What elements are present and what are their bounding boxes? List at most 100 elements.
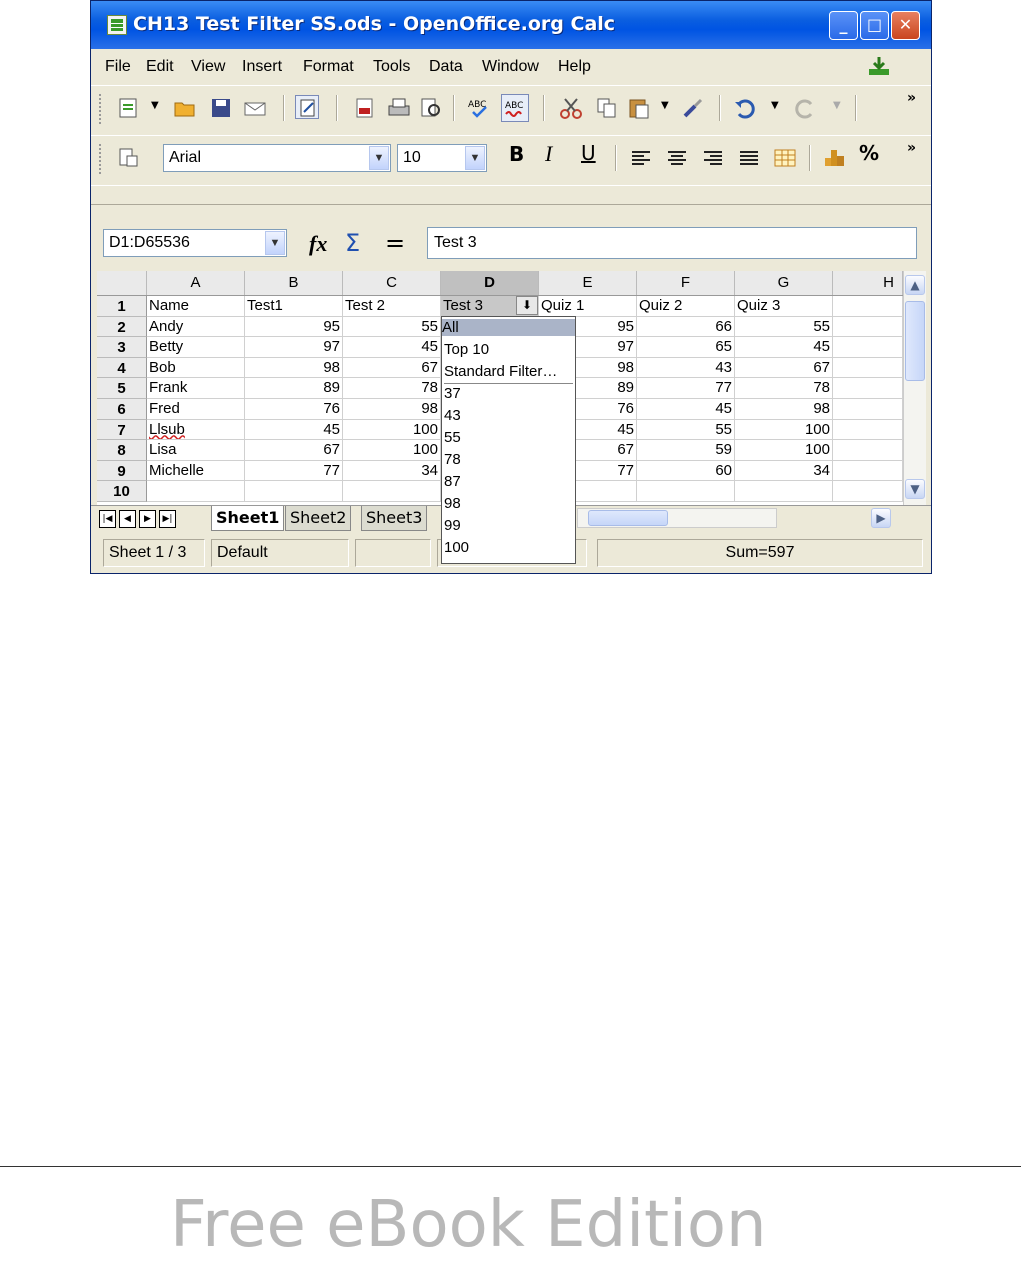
filter-option-all[interactable]: All xyxy=(442,319,575,336)
table-cell[interactable]: 34 xyxy=(735,460,833,482)
menu-data[interactable]: Data xyxy=(429,58,463,76)
table-cell[interactable] xyxy=(833,419,903,441)
formula-input[interactable]: Test 3 xyxy=(427,227,917,259)
function-button[interactable]: = xyxy=(385,229,405,257)
table-cell[interactable]: Quiz 2 xyxy=(637,296,735,317)
last-sheet-icon[interactable]: ▶| xyxy=(159,510,176,528)
align-left-icon[interactable] xyxy=(629,146,653,170)
table-cell[interactable]: 76 xyxy=(245,399,343,420)
filter-option-standard[interactable]: Standard Filter… xyxy=(444,363,557,380)
row-header[interactable]: 6 xyxy=(97,399,147,420)
sheet-tab-sheet2[interactable]: Sheet2 xyxy=(285,506,352,531)
merge-cells-icon[interactable] xyxy=(773,146,797,170)
name-box[interactable]: D1:D65536 ▼ xyxy=(103,229,287,257)
table-cell[interactable]: 89 xyxy=(245,378,343,399)
table-cell[interactable]: 45 xyxy=(735,337,833,358)
chevron-down-icon[interactable]: ▼ xyxy=(465,146,485,170)
filter-option-top10[interactable]: Top 10 xyxy=(444,341,489,358)
select-all-corner[interactable] xyxy=(97,271,147,295)
paste-icon[interactable] xyxy=(627,96,651,120)
print-icon[interactable] xyxy=(387,96,411,120)
table-cell[interactable]: 55 xyxy=(343,316,441,338)
page-preview-icon[interactable] xyxy=(419,96,443,120)
vertical-scrollbar[interactable]: ▲ ▼ xyxy=(903,271,926,505)
table-cell[interactable]: 55 xyxy=(637,419,735,441)
filter-value-item[interactable]: 55 xyxy=(444,429,461,446)
undo-dropdown-arrow-icon[interactable]: ▼ xyxy=(771,100,779,111)
new-document-icon[interactable] xyxy=(117,96,141,120)
table-cell[interactable]: Betty xyxy=(147,337,245,358)
clone-formatting-icon[interactable] xyxy=(681,96,705,120)
table-cell[interactable]: 98 xyxy=(735,399,833,420)
table-cell[interactable] xyxy=(343,481,441,502)
row-header[interactable]: 2 xyxy=(97,316,147,338)
table-cell[interactable] xyxy=(833,481,903,502)
table-cell[interactable] xyxy=(833,399,903,420)
column-header-g[interactable]: G xyxy=(735,271,833,295)
italic-button[interactable]: I xyxy=(545,141,552,167)
status-page-style[interactable]: Default xyxy=(211,539,349,567)
auto-spellcheck-icon[interactable]: ABC xyxy=(501,94,529,122)
email-icon[interactable] xyxy=(243,96,267,120)
horizontal-scrollbar-thumb[interactable] xyxy=(588,510,668,526)
table-cell[interactable] xyxy=(245,481,343,502)
font-size-combo[interactable]: 10 ▼ xyxy=(397,144,487,172)
table-cell[interactable]: Test 2 xyxy=(343,296,441,317)
table-cell[interactable]: Frank xyxy=(147,378,245,399)
close-button[interactable]: ✕ xyxy=(891,11,920,40)
menu-help[interactable]: Help xyxy=(558,58,591,76)
menu-view[interactable]: View xyxy=(191,58,225,76)
chevron-down-icon[interactable]: ▼ xyxy=(369,146,389,170)
column-header-h[interactable]: H xyxy=(833,271,903,295)
menu-window[interactable]: Window xyxy=(482,58,539,76)
minimize-button[interactable]: _ xyxy=(829,11,858,40)
table-cell[interactable]: 66 xyxy=(637,316,735,338)
table-cell[interactable]: Fred xyxy=(147,399,245,420)
table-cell[interactable]: 100 xyxy=(343,419,441,441)
table-cell[interactable]: Llsub xyxy=(147,419,245,441)
table-cell[interactable]: 98 xyxy=(245,357,343,379)
table-cell[interactable]: 95 xyxy=(245,316,343,338)
undo-icon[interactable] xyxy=(733,96,757,120)
table-cell[interactable] xyxy=(833,378,903,399)
cut-icon[interactable] xyxy=(559,96,583,120)
prev-sheet-icon[interactable]: ◀ xyxy=(119,510,136,528)
table-cell[interactable]: Andy xyxy=(147,316,245,338)
toolbar-overflow-icon[interactable]: » xyxy=(907,140,916,156)
column-header-e[interactable]: E xyxy=(539,271,637,295)
table-cell[interactable]: Michelle xyxy=(147,460,245,482)
table-cell[interactable] xyxy=(833,316,903,338)
paste-dropdown-arrow-icon[interactable]: ▼ xyxy=(661,100,669,111)
table-cell[interactable]: 100 xyxy=(735,440,833,461)
align-right-icon[interactable] xyxy=(701,146,725,170)
scroll-right-icon[interactable]: ▶ xyxy=(871,508,891,528)
row-header[interactable]: 1 xyxy=(97,296,147,317)
toolbar-overflow-icon[interactable]: » xyxy=(907,90,916,106)
row-header[interactable]: 8 xyxy=(97,440,147,461)
table-cell[interactable]: 59 xyxy=(637,440,735,461)
table-cell[interactable]: 55 xyxy=(735,316,833,338)
edit-file-icon[interactable] xyxy=(295,95,319,119)
table-cell[interactable]: Bob xyxy=(147,357,245,379)
menu-insert[interactable]: Insert xyxy=(242,58,282,76)
table-cell[interactable]: 45 xyxy=(637,399,735,420)
save-icon[interactable] xyxy=(209,96,233,120)
autofilter-dropdown[interactable]: All Top 10 Standard Filter… 37 43 55 78 … xyxy=(441,316,576,564)
horizontal-scrollbar[interactable] xyxy=(577,508,777,528)
filter-value-item[interactable]: 37 xyxy=(444,385,461,402)
row-header[interactable]: 3 xyxy=(97,337,147,358)
row-header[interactable]: 7 xyxy=(97,419,147,441)
column-header-a[interactable]: A xyxy=(147,271,245,295)
function-wizard-button[interactable]: fx xyxy=(309,231,327,257)
sheet-tab-sheet3[interactable]: Sheet3 xyxy=(361,506,428,531)
table-cell[interactable]: 78 xyxy=(343,378,441,399)
styles-formatting-icon[interactable] xyxy=(117,146,141,170)
table-cell[interactable]: ⬇ Test 3 xyxy=(441,296,539,317)
currency-format-icon[interactable] xyxy=(823,146,847,170)
menu-tools[interactable]: Tools xyxy=(373,58,410,76)
menu-edit[interactable]: Edit xyxy=(146,58,174,76)
table-cell[interactable]: 67 xyxy=(343,357,441,379)
table-cell[interactable] xyxy=(833,357,903,379)
table-cell[interactable] xyxy=(833,296,903,317)
table-cell[interactable] xyxy=(735,481,833,502)
